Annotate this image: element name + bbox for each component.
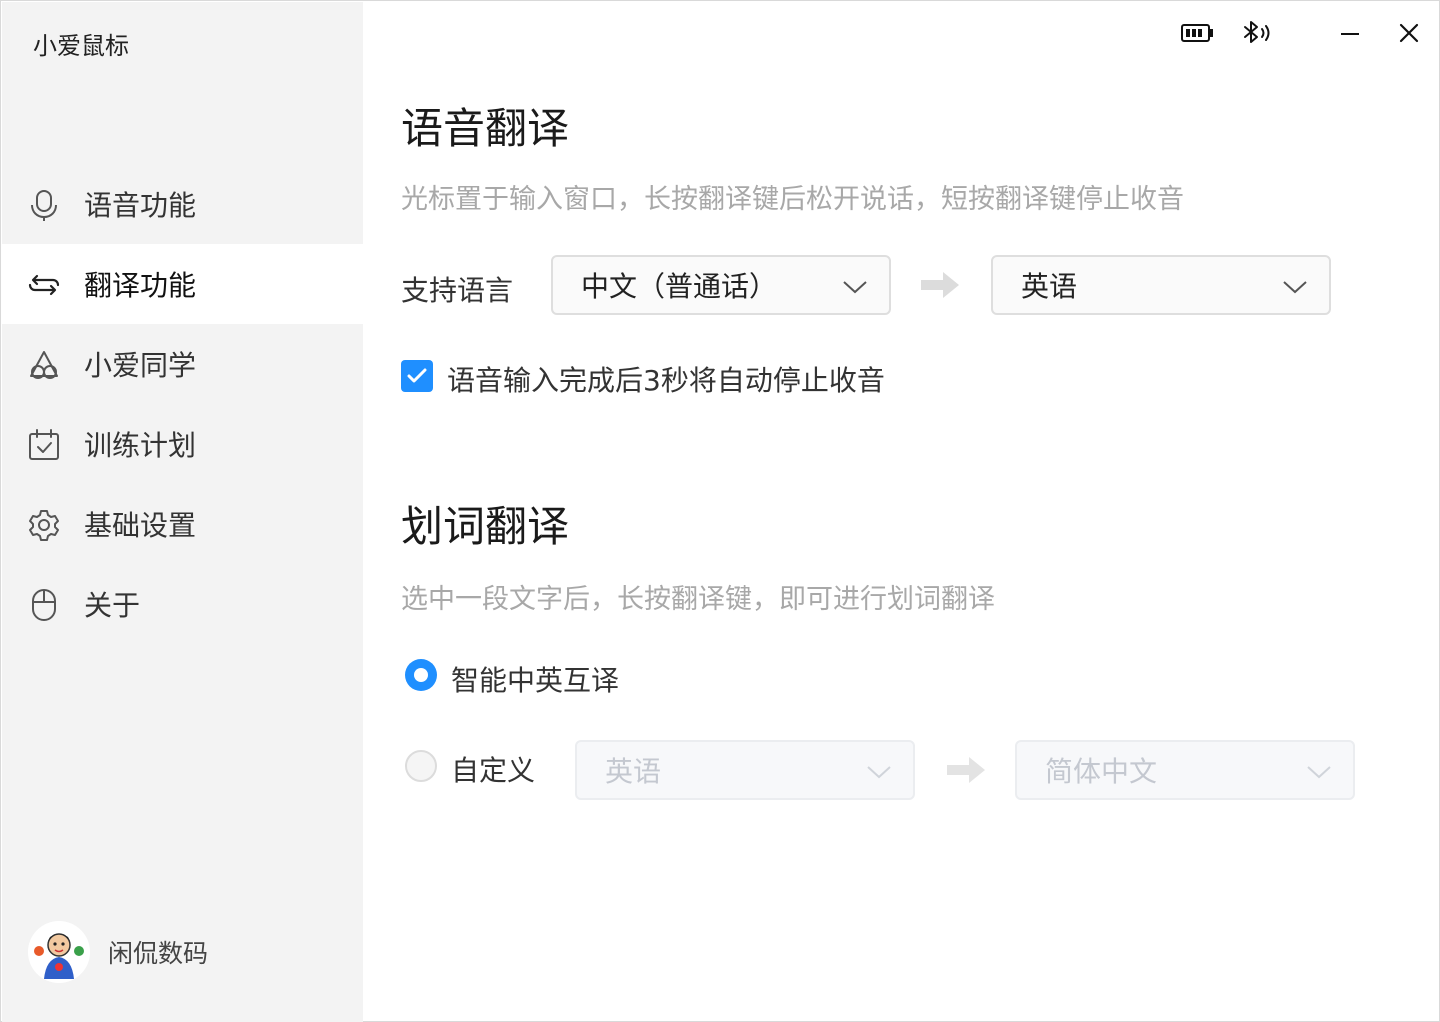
- sidebar-nav: 语音功能 翻译功能 小爱同学 训练计划 基础设置 关于: [2, 164, 363, 644]
- xiaoai-icon: [26, 347, 62, 383]
- custom-target-select[interactable]: 简体中文: [1015, 740, 1355, 800]
- sidebar-item-xiaoai[interactable]: 小爱同学: [2, 324, 363, 404]
- check-icon: [407, 368, 427, 383]
- sidebar-item-voice[interactable]: 语音功能: [2, 164, 363, 244]
- source-language-value: 中文（普通话）: [581, 270, 778, 303]
- chevron-down-icon: [843, 281, 867, 294]
- voice-translation-title: 语音翻译: [401, 104, 570, 153]
- sidebar-item-label: 小爱同学: [84, 349, 197, 382]
- main-content: 语音翻译 光标置于输入窗口，长按翻译键后松开说话，短按翻译键停止收音 支持语言 …: [401, 1, 1401, 1022]
- sidebar-item-label: 翻译功能: [84, 269, 197, 302]
- user-name: 闲侃数码: [108, 939, 209, 968]
- sidebar: 小爱鼠标 语音功能 翻译功能 小爱同学 训练计划 基础设置 关于 闲侃数码: [2, 2, 363, 1022]
- microphone-icon: [26, 187, 62, 223]
- source-language-select[interactable]: 中文（普通话）: [551, 255, 891, 315]
- custom-source-value: 英语: [605, 755, 662, 788]
- sidebar-item-label: 关于: [84, 589, 141, 622]
- app-title: 小爱鼠标: [33, 32, 129, 60]
- avatar[interactable]: [28, 921, 90, 983]
- user-profile[interactable]: 闲侃数码: [28, 920, 208, 984]
- chevron-down-icon: [867, 766, 891, 779]
- smart-translate-label[interactable]: 智能中英互译: [451, 659, 619, 699]
- chevron-down-icon: [1283, 281, 1307, 294]
- arrow-right-icon: [947, 757, 985, 783]
- chevron-down-icon: [1307, 766, 1331, 779]
- sidebar-item-about[interactable]: 关于: [2, 564, 363, 644]
- gear-icon: [26, 507, 62, 543]
- sidebar-item-label: 基础设置: [84, 509, 197, 542]
- word-translation-title: 划词翻译: [401, 502, 570, 551]
- translate-loop-icon: [26, 267, 62, 303]
- voice-translation-description: 光标置于输入窗口，长按翻译键后松开说话，短按翻译键停止收音: [401, 184, 1184, 215]
- target-language-select[interactable]: 英语: [991, 255, 1331, 315]
- sidebar-item-training[interactable]: 训练计划: [2, 404, 363, 484]
- custom-translate-radio[interactable]: [405, 750, 437, 782]
- word-translation-description: 选中一段文字后，长按翻译键，即可进行划词翻译: [401, 584, 995, 615]
- auto-stop-label[interactable]: 语音输入完成后3秒将自动停止收音: [447, 359, 885, 399]
- sidebar-item-translate[interactable]: 翻译功能: [2, 244, 363, 324]
- language-label: 支持语言: [401, 274, 514, 307]
- sidebar-item-settings[interactable]: 基础设置: [2, 484, 363, 564]
- app-window: 小爱鼠标 语音功能 翻译功能 小爱同学 训练计划 基础设置 关于 闲侃数码 语音…: [0, 0, 1440, 1022]
- custom-translate-label[interactable]: 自定义: [451, 749, 535, 789]
- arrow-right-icon: [921, 272, 959, 298]
- sidebar-item-label: 语音功能: [84, 189, 197, 222]
- mouse-icon: [26, 587, 62, 623]
- smart-translate-radio[interactable]: [405, 659, 437, 691]
- target-language-value: 英语: [1021, 270, 1078, 303]
- calendar-check-icon: [26, 427, 62, 463]
- custom-target-value: 简体中文: [1045, 755, 1158, 788]
- auto-stop-checkbox[interactable]: [401, 360, 433, 392]
- custom-source-select[interactable]: 英语: [575, 740, 915, 800]
- sidebar-item-label: 训练计划: [84, 429, 197, 462]
